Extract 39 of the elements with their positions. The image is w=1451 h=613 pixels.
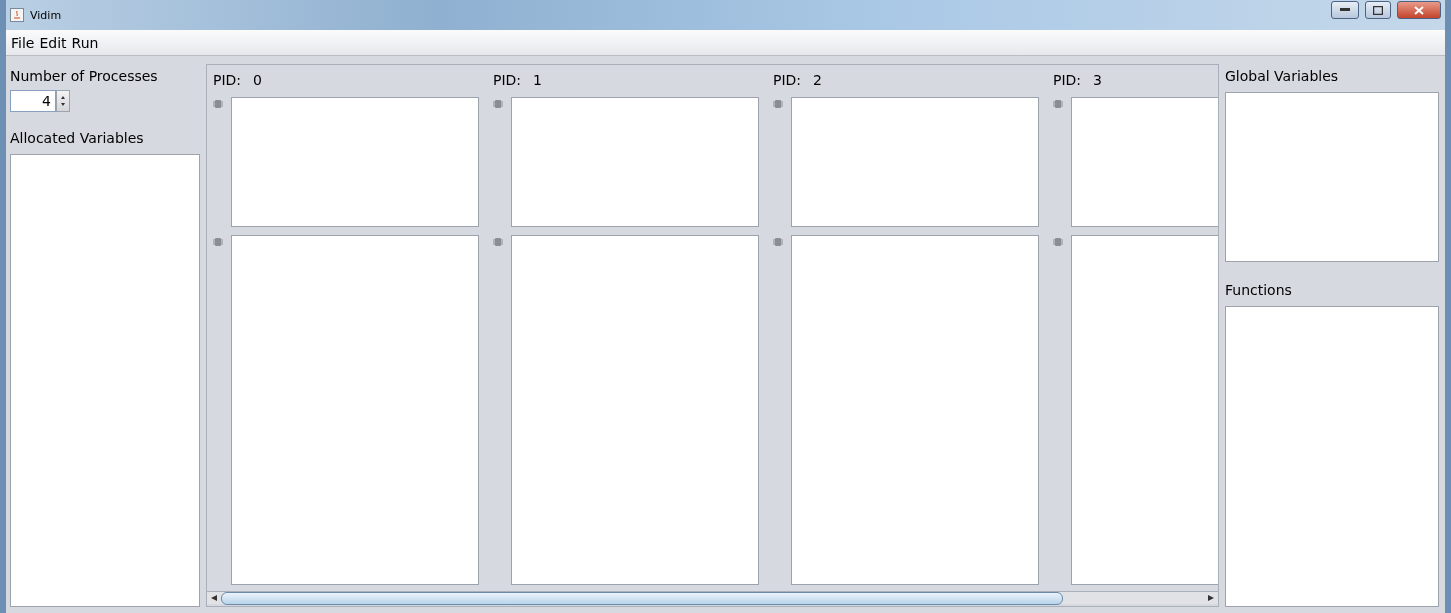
- chip-icon: [493, 237, 503, 247]
- window-title: Vidim: [30, 8, 62, 22]
- chip-icon: [1053, 99, 1063, 109]
- maximize-icon: [1373, 5, 1383, 15]
- chip-icon: [773, 99, 783, 109]
- scroll-thumb[interactable]: [221, 591, 1063, 605]
- chip-icon: [213, 99, 223, 109]
- pid-label: PID:: [1053, 72, 1082, 88]
- pid-label: PID:: [773, 72, 802, 88]
- pid-label: PID:: [493, 72, 522, 88]
- pid-value: 0: [253, 72, 262, 88]
- horizontal-scrollbar[interactable]: [207, 591, 1218, 604]
- minimize-button[interactable]: [1331, 1, 1359, 19]
- menu-item[interactable]: File: [11, 34, 35, 51]
- process-top-pane[interactable]: [231, 97, 479, 227]
- java-icon: [10, 8, 24, 22]
- global-variables-list[interactable]: [1225, 92, 1439, 262]
- close-button[interactable]: [1397, 1, 1441, 19]
- allocated-label: Allocated Variables: [10, 130, 145, 146]
- chip-icon: [213, 237, 223, 247]
- menu-item[interactable]: Run: [71, 34, 99, 51]
- processes-label: Number of Processes: [10, 68, 159, 84]
- menu-item[interactable]: Edit: [39, 34, 67, 51]
- process-top-pane[interactable]: [511, 97, 759, 227]
- chip-icon: [493, 99, 503, 109]
- processes-spinner-field[interactable]: 4: [10, 90, 56, 112]
- chip-icon: [773, 237, 783, 247]
- pid-value: 1: [533, 72, 542, 88]
- pid-value: 3: [1093, 72, 1102, 88]
- chip-icon: [1053, 237, 1063, 247]
- close-icon: [1414, 5, 1424, 15]
- pid-value: 2: [813, 72, 822, 88]
- maximize-button[interactable]: [1365, 1, 1391, 19]
- spinner-arrows[interactable]: [56, 90, 70, 112]
- process-top-pane[interactable]: [791, 97, 1039, 227]
- global-variables-label: Global Variables: [1225, 68, 1340, 84]
- minimize-icon: [1340, 8, 1350, 12]
- pid-label: PID:: [213, 72, 242, 88]
- functions-label: Functions: [1225, 282, 1293, 298]
